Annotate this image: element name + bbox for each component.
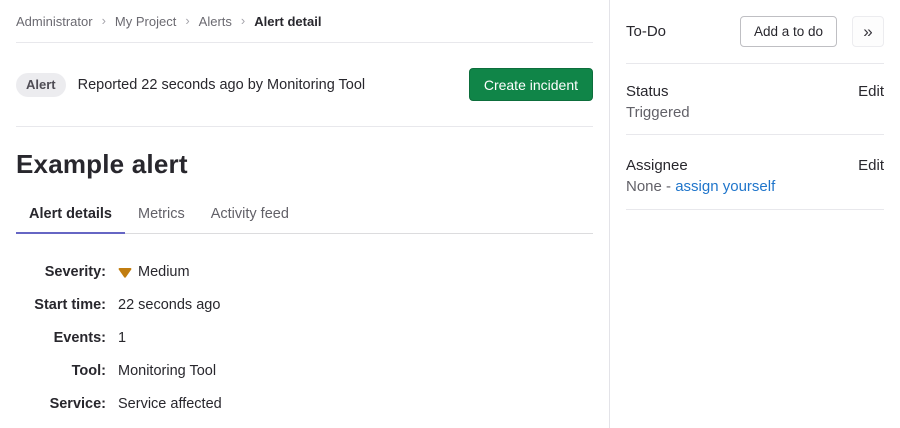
chevron-right-icon: › [102,14,106,27]
alert-details-list: Severity: Medium Start time: 22 seconds … [16,264,593,412]
detail-value: 22 seconds ago [118,297,220,313]
detail-label: Events: [16,330,106,346]
assignee-edit-button[interactable]: Edit [858,157,884,174]
assign-yourself-link[interactable]: assign yourself [675,178,775,195]
detail-label: Severity: [16,264,106,280]
page-title: Example alert [16,148,593,180]
status-section: Status Edit Triggered [626,64,884,134]
detail-value: Monitoring Tool [118,363,216,379]
add-todo-button[interactable]: Add a to do [740,16,837,47]
status-title: Status [626,84,669,100]
tab-metrics[interactable]: Metrics [125,196,198,234]
alert-tabs: Alert details Metrics Activity feed [16,196,593,234]
detail-label: Tool: [16,363,106,379]
detail-row-tool: Tool: Monitoring Tool [16,363,593,379]
detail-value: Service affected [118,396,222,412]
chevron-double-right-icon: » [863,22,872,42]
severity-value-text: Medium [138,264,190,280]
severity-medium-icon [118,267,132,279]
main-content: Administrator › My Project › Alerts › Al… [0,0,609,428]
tab-alert-details[interactable]: Alert details [16,196,125,234]
assignee-section: Assignee Edit None - assign yourself [626,135,884,209]
tab-activity-feed[interactable]: Activity feed [198,196,302,234]
breadcrumb-item-my-project[interactable]: My Project [115,14,176,29]
assignee-title: Assignee [626,158,688,174]
breadcrumb: Administrator › My Project › Alerts › Al… [0,0,609,29]
create-incident-button[interactable]: Create incident [469,68,593,101]
status-edit-button[interactable]: Edit [858,83,884,100]
breadcrumb-item-administrator[interactable]: Administrator [16,14,93,29]
alert-header-bar: Alert Reported 22 seconds ago by Monitor… [0,43,609,126]
detail-value: Medium [118,264,190,280]
detail-value: 1 [118,330,126,346]
collapse-sidebar-button[interactable]: » [852,16,884,47]
assignee-none-text: None - [626,178,675,195]
detail-row-severity: Severity: Medium [16,264,593,280]
status-value: Triggered [626,105,884,134]
alert-type-badge: Alert [16,73,66,97]
breadcrumb-item-alert-detail: Alert detail [254,14,321,29]
detail-label: Start time: [16,297,106,313]
detail-row-events: Events: 1 [16,330,593,346]
detail-label: Service: [16,396,106,412]
chevron-right-icon: › [185,14,189,27]
detail-row-service: Service: Service affected [16,396,593,412]
alert-reported-text: Reported 22 seconds ago by Monitoring To… [78,77,366,93]
detail-row-start-time: Start time: 22 seconds ago [16,297,593,313]
todo-label: To-Do [626,23,666,40]
alert-bar-divider [16,126,593,127]
breadcrumb-item-alerts[interactable]: Alerts [199,14,232,29]
todo-section: To-Do Add a to do » [626,0,884,63]
right-sidebar: To-Do Add a to do » Status Edit Triggere… [609,0,900,428]
chevron-right-icon: › [241,14,245,27]
